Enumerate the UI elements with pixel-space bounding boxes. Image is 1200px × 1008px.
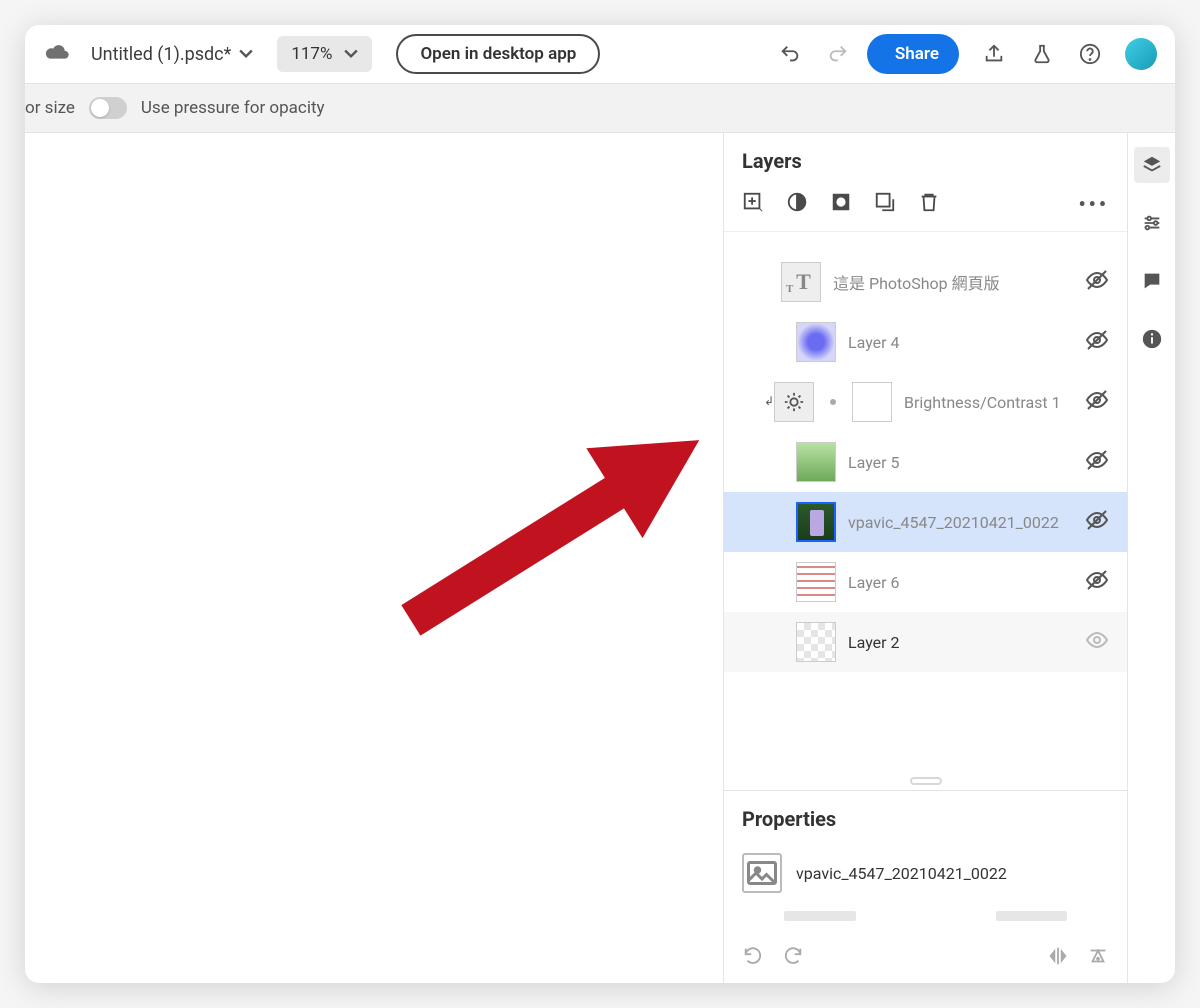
properties-panel-title: Properties [724,791,1127,843]
add-layer-button[interactable] [742,191,764,217]
cloud-icon [43,42,71,66]
clip-indicator-icon: ↲ [764,394,774,408]
layers-more-button[interactable]: ••• [1078,192,1109,216]
add-adjustment-button[interactable] [786,191,808,217]
layer-name: 這是 PhotoShop 網頁版 [833,270,1073,294]
layer-thumb [796,502,836,542]
options-bar: or size Use pressure for opacity [25,83,1175,133]
canvas[interactable] [25,133,723,983]
visibility-toggle[interactable] [1085,448,1109,476]
layer-name: Layer 6 [848,573,1073,592]
properties-layer-row: vpavic_4547_20210421_0022 [724,843,1127,903]
zoom-label: 117% [291,44,332,64]
layer-thumb-text-icon: TT [781,262,821,302]
properties-button-row [724,927,1127,971]
help-button[interactable] [1071,35,1109,73]
props-flip-button[interactable] [1047,945,1069,971]
pressure-opacity-label: Use pressure for opacity [141,98,325,118]
main-area: Layers ••• TT 這是 PhotoShop 網頁版 [25,133,1175,983]
props-reset-button[interactable] [1087,945,1109,971]
open-in-desktop-button[interactable]: Open in desktop app [396,34,600,74]
slider-placeholder[interactable] [996,911,1068,921]
image-layer-icon [742,853,782,893]
arrow-annotation [345,403,723,663]
visibility-toggle[interactable] [1085,508,1109,536]
rail-comments-icon[interactable] [1134,263,1170,299]
add-mask-button[interactable] [830,191,852,217]
visibility-toggle[interactable] [1085,268,1109,296]
link-dot-icon [830,399,836,405]
pressure-opacity-toggle[interactable] [89,97,127,119]
user-avatar[interactable] [1125,38,1157,70]
panel-divider-handle[interactable] [724,772,1127,790]
share-button[interactable]: Share [867,34,959,74]
beaker-button[interactable] [1023,35,1061,73]
properties-sliders-row [724,903,1127,927]
layer-row-adjustment[interactable]: ↲ Brightness/Contrast 1 [724,372,1127,432]
chevron-down-icon [344,47,358,61]
layer-name: Layer 4 [848,333,1073,352]
mask-thumb [852,382,892,422]
layer-thumb [796,622,836,662]
visibility-toggle[interactable] [1085,328,1109,356]
delete-layer-button[interactable] [918,191,940,217]
rail-info-icon[interactable] [1134,321,1170,357]
layer-thumb [796,562,836,602]
option-label-cut: or size [25,98,75,118]
share-label: Share [895,44,939,64]
slider-placeholder[interactable] [784,911,856,921]
layer-row-text[interactable]: TT 這是 PhotoShop 網頁版 [724,252,1127,312]
layers-toolbar: ••• [724,185,1127,232]
right-panel-column: Layers ••• TT 這是 PhotoShop 網頁版 [723,133,1127,983]
layer-name: vpavic_4547_20210421_0022 [848,513,1073,532]
layers-list: TT 這是 PhotoShop 網頁版 Layer 4 ↲ Brightness… [724,232,1127,732]
layer-row[interactable]: Layer 6 [724,552,1127,612]
properties-panel: Properties vpavic_4547_20210421_0022 [724,790,1127,983]
layer-row[interactable]: Layer 2 [724,612,1127,672]
zoom-dropdown[interactable]: 117% [277,36,372,72]
visibility-toggle[interactable] [1085,628,1109,656]
open-in-desktop-label: Open in desktop app [420,44,576,64]
group-layers-button[interactable] [874,191,896,217]
redo-button[interactable] [819,35,857,73]
rail-layers-icon[interactable] [1134,147,1170,183]
layer-row[interactable]: Layer 5 [724,432,1127,492]
layer-name: Brightness/Contrast 1 [904,393,1073,412]
adjustment-thumb-icon [774,382,814,422]
properties-layer-name: vpavic_4547_20210421_0022 [796,864,1007,883]
props-undo-button[interactable] [742,945,764,971]
props-redo-button[interactable] [782,945,804,971]
undo-button[interactable] [771,35,809,73]
layers-panel-title: Layers [724,133,1127,185]
top-bar: Untitled (1).psdc* 117% Open in desktop … [25,25,1175,83]
visibility-toggle[interactable] [1085,568,1109,596]
right-icon-rail [1127,133,1175,983]
layer-row[interactable]: Layer 4 [724,312,1127,372]
rail-adjustments-icon[interactable] [1134,205,1170,241]
layer-name: Layer 5 [848,453,1073,472]
layer-name: Layer 2 [848,633,1073,652]
layer-thumb [796,322,836,362]
export-button[interactable] [975,35,1013,73]
chevron-down-icon [239,47,253,61]
layer-thumb [796,442,836,482]
app-window: Untitled (1).psdc* 117% Open in desktop … [25,25,1175,983]
visibility-toggle[interactable] [1085,388,1109,416]
file-name-label: Untitled (1).psdc* [91,44,231,65]
file-name-dropdown[interactable]: Untitled (1).psdc* [91,44,253,65]
layer-row-selected[interactable]: vpavic_4547_20210421_0022 [724,492,1127,552]
